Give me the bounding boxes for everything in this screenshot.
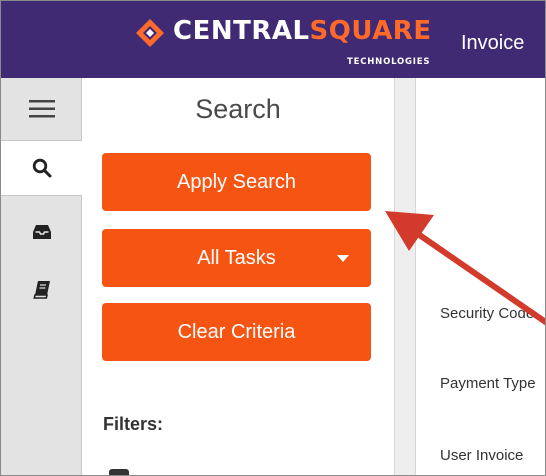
filters-heading: Filters: [103, 414, 164, 434]
search-panel-title: Search [195, 94, 281, 124]
book-icon [32, 281, 50, 299]
all-tasks-dropdown[interactable]: All Tasks [102, 229, 371, 287]
rail-item-search[interactable] [1, 140, 83, 196]
app-window: CENTRALSQUARE TECHNOLOGIES Invoice Searc… [0, 0, 546, 476]
brand-subtitle: TECHNOLOGIES [347, 57, 431, 67]
payment-type-label: Payment Type [440, 375, 536, 392]
filter-item-partial [109, 469, 129, 475]
rail-item-inbox[interactable] [1, 210, 82, 254]
brand-diamond-icon [136, 19, 164, 47]
brand-wordmark: CENTRALSQUARE [173, 16, 432, 46]
rail-item-documents[interactable] [1, 268, 82, 312]
app-header: CENTRALSQUARE TECHNOLOGIES Invoice [1, 1, 545, 78]
menu-toggle-button[interactable] [1, 78, 82, 140]
caret-down-icon [337, 255, 349, 262]
main-content: Security Code Payment Type User Invoice [416, 78, 545, 475]
apply-search-button[interactable]: Apply Search [102, 153, 371, 211]
centralsquare-logo[interactable]: CENTRALSQUARE TECHNOLOGIES [135, 15, 445, 67]
search-panel: Search Apply Search All Tasks Clear Crit… [82, 78, 394, 475]
icon-rail [1, 78, 83, 475]
page-title: Invoice [461, 32, 525, 54]
security-code-label: Security Code [440, 305, 535, 322]
inbox-icon [32, 225, 51, 239]
hamburger-menu-icon [28, 100, 55, 118]
all-tasks-label: All Tasks [197, 246, 276, 269]
panel-divider[interactable] [394, 78, 416, 475]
search-icon [32, 158, 52, 178]
user-invoice-label: User Invoice [440, 447, 524, 464]
clear-criteria-button[interactable]: Clear Criteria [102, 303, 371, 361]
